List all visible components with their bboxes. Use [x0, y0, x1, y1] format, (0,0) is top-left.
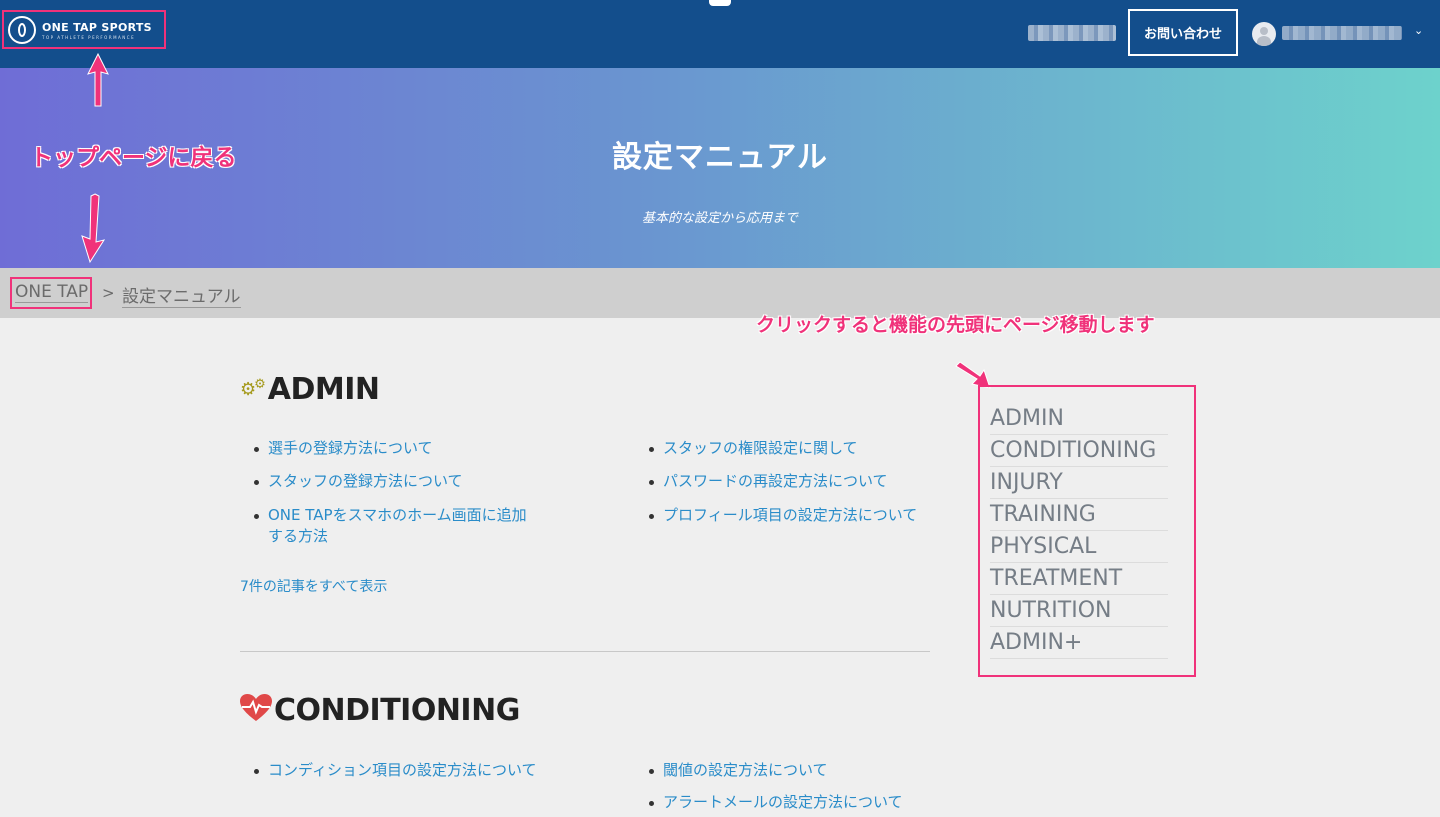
section-title: CONDITIONING — [274, 693, 520, 728]
toc-item-injury[interactable]: INJURY — [990, 467, 1168, 499]
toc-item-conditioning[interactable]: CONDITIONING — [990, 435, 1168, 467]
blurred-user-name[interactable] — [1282, 26, 1402, 40]
toc-item-nutrition[interactable]: NUTRITION — [990, 595, 1168, 627]
section-header-conditioning: CONDITIONING — [240, 693, 520, 728]
annotation-logo-box — [2, 10, 166, 49]
article-link[interactable]: 選手の登録方法について — [254, 438, 538, 459]
annotation-arrow-down-icon — [81, 193, 106, 264]
toc-item-training[interactable]: TRAINING — [990, 499, 1168, 531]
header-notch — [709, 0, 731, 6]
page-subtitle: 基本的な設定から応用まで — [641, 211, 798, 226]
breadcrumb: ONE TAP > 設定マニュアル — [0, 268, 1440, 318]
chevron-down-icon[interactable]: ⌄ — [1414, 24, 1423, 37]
article-link[interactable]: パスワードの再設定方法について — [649, 471, 925, 492]
article-link[interactable]: スタッフの登録方法について — [254, 471, 538, 492]
show-all-articles-link[interactable]: 7件の記事をすべて表示 — [240, 576, 387, 596]
section-header-admin: ⚙ ⚙ ADMIN — [240, 372, 380, 407]
article-link[interactable]: ONE TAPをスマホのホーム画面に追加する方法 — [254, 505, 538, 547]
article-link[interactable]: コンディション項目の設定方法について — [254, 760, 538, 781]
section-divider — [240, 651, 930, 652]
blurred-team-name — [1028, 25, 1116, 41]
toc-item-treatment[interactable]: TREATMENT — [990, 563, 1168, 595]
annotation-top-page-label: トップページに戻る — [30, 145, 237, 171]
annotation-toc-label: クリックすると機能の先頭にページ移動します — [756, 314, 1155, 336]
annotation-arrow-up-icon — [87, 52, 109, 107]
toc-item-physical[interactable]: PHYSICAL — [990, 531, 1168, 563]
contact-button[interactable]: お問い合わせ — [1128, 9, 1238, 56]
section-title: ADMIN — [267, 372, 380, 407]
article-link[interactable]: アラートメールの設定方法について — [649, 792, 925, 813]
breadcrumb-separator: > — [102, 284, 115, 302]
toc-item-admin-plus[interactable]: ADMIN+ — [990, 627, 1168, 659]
article-link[interactable]: 閾値の設定方法について — [649, 760, 925, 781]
article-link[interactable]: プロフィール項目の設定方法について — [649, 505, 925, 526]
breadcrumb-current[interactable]: 設定マニュアル — [122, 282, 241, 308]
top-header: ONE TAP SPORTS TOP ATHLETE PERFORMANCE お… — [0, 0, 1440, 68]
user-avatar-icon[interactable] — [1252, 22, 1276, 46]
heartbeat-icon — [240, 693, 272, 728]
hero-banner: 設定マニュアル 基本的な設定から応用まで トップページに戻る — [0, 68, 1440, 268]
article-link[interactable]: スタッフの権限設定に関して — [649, 438, 925, 459]
toc-item-admin[interactable]: ADMIN — [990, 403, 1168, 435]
annotation-breadcrumb-box — [10, 277, 92, 309]
